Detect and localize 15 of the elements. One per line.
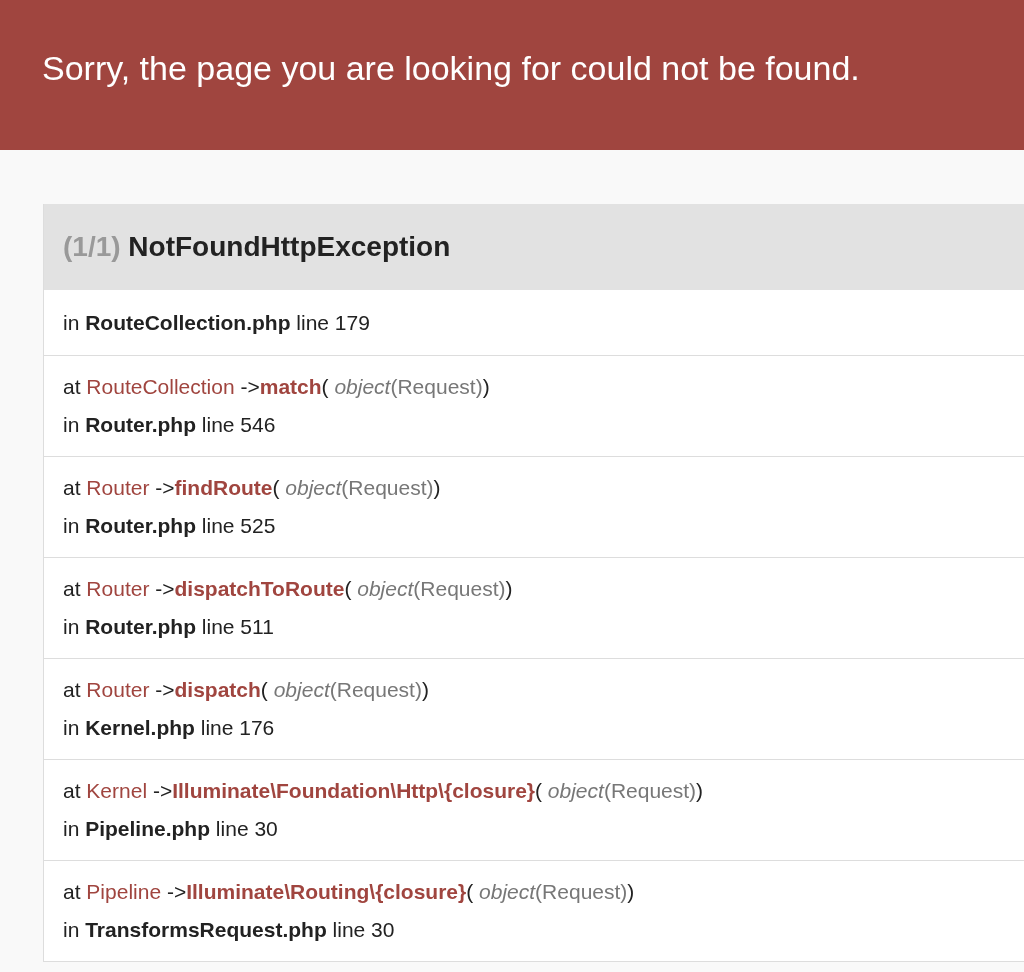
- trace-call: at Router ->findRoute( object(Request)): [63, 475, 442, 501]
- trace-location: in Router.php line 525: [63, 513, 277, 539]
- trace-location: in RouteCollection.php line 179: [63, 309, 371, 336]
- trace-call: at RouteCollection ->match( object(Request)): [63, 374, 491, 400]
- trace-location: in Pipeline.php line 30: [63, 816, 279, 842]
- exception-title: (1/1) NotFoundHttpException: [63, 231, 451, 263]
- trace-call: at Pipeline ->Illuminate\Routing\{closure}( object(Request)): [63, 879, 636, 905]
- trace-call: at Router ->dispatch( object(Request)): [63, 677, 430, 703]
- trace-location: in Router.php line 511: [63, 614, 275, 640]
- error-message: Sorry, the page you are looking for could not be found.: [42, 48, 860, 88]
- trace-location: in Router.php line 546: [63, 412, 277, 438]
- trace-location: in Kernel.php line 176: [63, 715, 276, 741]
- trace-call: at Router ->dispatchToRoute( object(Request)): [63, 576, 514, 602]
- trace-call: at Kernel ->Illuminate\Foundation\Http\{closure}( object(Request)): [63, 778, 705, 804]
- trace-location: in TransformsRequest.php line 30: [63, 917, 396, 943]
